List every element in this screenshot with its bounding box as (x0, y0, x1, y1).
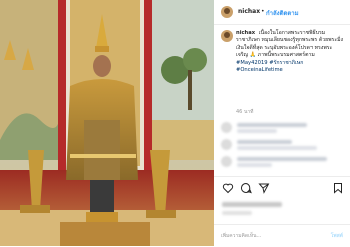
following-button[interactable]: กำลังติดตาม (266, 8, 299, 18)
blurred-comment (221, 139, 343, 152)
comment-icon[interactable] (240, 182, 252, 194)
comment-input[interactable]: เพิ่มความคิดเห็น... (221, 232, 261, 240)
post-header: nichax • กำลังติดตาม (214, 0, 350, 25)
separator-dot: • (261, 8, 265, 15)
caption-avatar[interactable] (221, 30, 233, 42)
heart-icon[interactable] (222, 182, 234, 194)
share-icon[interactable] (258, 182, 270, 194)
post-side-panel: nichax • กำลังติดตาม nichax เนื่องในโอกา… (214, 0, 350, 246)
blurred-likes (222, 202, 282, 207)
caption-username[interactable]: nichax (236, 30, 255, 36)
post-button[interactable]: โพสต์ (331, 232, 343, 240)
blurred-comment (221, 156, 343, 169)
bookmark-icon[interactable] (332, 182, 344, 194)
avatar[interactable] (221, 6, 233, 18)
blurred-date (222, 211, 252, 215)
caption-hashtags[interactable]: #May42019 #รักราชาภิเษก #OnceinaLifetime (236, 60, 303, 73)
king-portrait-image (0, 0, 214, 246)
post-photo[interactable] (0, 0, 214, 246)
action-bar (214, 176, 350, 199)
header-username[interactable]: nichax (238, 8, 260, 15)
post-caption: nichax เนื่องในโอกาสพระราชพิธีบรมราชาภิเ… (236, 30, 344, 74)
caption-timestamp: 46 นาที (236, 109, 254, 115)
blurred-comment (221, 122, 343, 135)
comment-bar: เพิ่มความคิดเห็น... โพสต์ (214, 224, 350, 247)
